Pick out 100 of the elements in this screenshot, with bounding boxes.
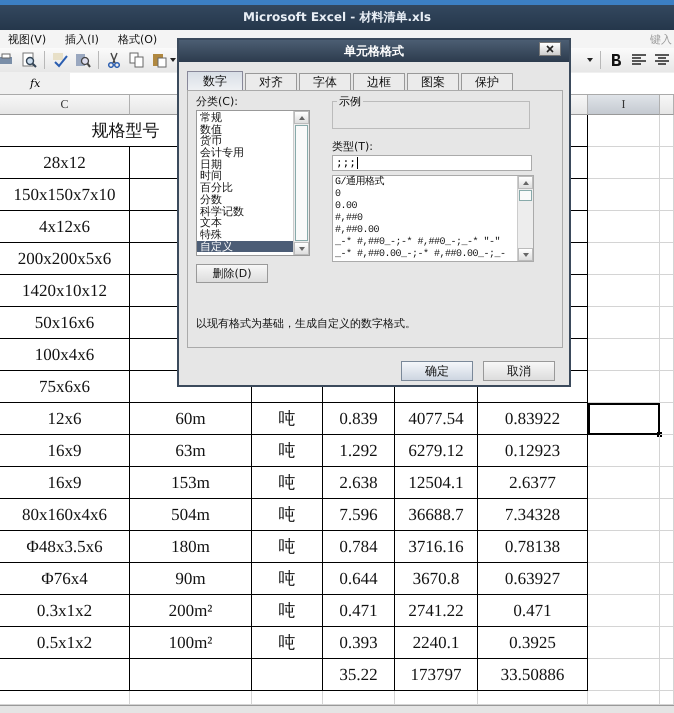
table-cell: 0.63927 (478, 563, 588, 595)
table-cell: 1.292 (323, 435, 395, 467)
category-label: 分类(C): (196, 95, 239, 108)
table-cell: 36688.7 (395, 499, 478, 531)
table-cell: 200m² (130, 595, 252, 627)
close-button[interactable] (539, 42, 561, 56)
table-cell: 153m (130, 467, 252, 499)
table-cell: 4077.54 (395, 403, 478, 435)
table-cell: 0.839 (323, 403, 395, 435)
function-label[interactable]: fx (30, 76, 50, 90)
table-cell: 0.3x1x2 (0, 595, 130, 627)
ok-button[interactable]: 确定 (401, 361, 473, 381)
type-input-field[interactable]: ;;; (332, 155, 532, 171)
copy-icon[interactable] (129, 52, 145, 68)
table-cell: 0.393 (323, 627, 395, 659)
window-title: Microsoft Excel - 材料清单.xls (242, 9, 432, 26)
table-cell: 100x4x6 (0, 339, 130, 371)
table-cell: 200x200x5x6 (0, 243, 130, 275)
table-cell: 0.83922 (478, 403, 588, 435)
list-item[interactable]: 会计专用 (197, 147, 293, 159)
spelling-check-icon[interactable] (52, 52, 68, 68)
list-item[interactable]: 文本 (197, 217, 293, 229)
list-item[interactable]: 0.00 (335, 201, 517, 213)
scroll-up-icon[interactable] (522, 180, 528, 184)
scrollbar[interactable] (293, 111, 309, 255)
table-cell: 50x16x6 (0, 307, 130, 339)
scroll-thumb[interactable] (295, 125, 308, 241)
tab[interactable]: 字体 (299, 73, 351, 90)
list-item[interactable]: _-* #,##0.00_-;-* #,##0.00_-;_- (335, 249, 517, 261)
paste-icon[interactable] (152, 52, 168, 68)
caret-icon[interactable] (170, 58, 176, 62)
table-cell: 2.638 (323, 467, 395, 499)
scrollbar[interactable] (517, 176, 533, 261)
table-cell: 3670.8 (395, 563, 478, 595)
list-item[interactable]: #,##0.00 (335, 225, 517, 237)
table-cell: 33.50886 (478, 659, 588, 691)
table-cell: 28x12 (0, 147, 130, 179)
table-cell: 504m (130, 499, 252, 531)
table-cell: 0.5x1x2 (0, 627, 130, 659)
table-cell: 60m (130, 403, 252, 435)
table-cell: Φ48x3.5x6 (0, 531, 130, 563)
list-item[interactable]: 特殊 (197, 228, 293, 241)
table-cell: 90m (130, 563, 252, 595)
table-cell: 7.34328 (478, 499, 588, 531)
delete-button[interactable]: 删除(D) (196, 264, 268, 283)
active-cell[interactable] (588, 403, 660, 435)
table-cell: 150x150x7x10 (0, 179, 130, 211)
table-cell: 0.3925 (478, 627, 588, 659)
caret-icon[interactable] (587, 58, 593, 62)
list-item[interactable]: 科学记数 (197, 206, 293, 218)
empty-cell[interactable] (130, 659, 252, 691)
menu-item[interactable]: 插入(I) (65, 32, 99, 46)
print-preview-icon[interactable] (21, 52, 37, 68)
list-item[interactable]: 时间 (197, 170, 293, 182)
cut-icon[interactable] (106, 52, 122, 68)
table-cell: 3716.16 (395, 531, 478, 563)
empty-cell[interactable] (252, 659, 323, 691)
empty-cell[interactable] (0, 659, 130, 691)
list-item[interactable]: _-* #,##0_-;-* #,##0_-;_-* "-" (335, 237, 517, 249)
list-item[interactable]: 分数 (197, 194, 293, 206)
menu-item[interactable]: 格式(O) (118, 32, 158, 46)
list-item[interactable]: 自定义 (197, 240, 293, 252)
table-cell: 0.784 (323, 531, 395, 563)
menu-item[interactable]: 视图(V) (8, 32, 46, 46)
sample-label: 示例 (337, 94, 363, 109)
research-icon[interactable] (75, 52, 91, 68)
table-cell: 12x6 (0, 403, 130, 435)
list-item[interactable]: 0 (335, 189, 517, 201)
table-cell: Φ76x4 (0, 563, 130, 595)
category-list[interactable]: 常规 数值 货币 会计专用 日期 时间 百分比 分数 科学记数 文本 特殊 自定义 (196, 110, 310, 256)
column-header[interactable]: C (0, 95, 130, 115)
type-label: 类型(T): (332, 140, 374, 153)
column-header[interactable] (660, 95, 674, 115)
table-cell: 吨 (252, 531, 323, 563)
scroll-down-icon[interactable] (298, 246, 304, 250)
list-item[interactable]: 日期 (197, 158, 293, 170)
tab[interactable]: 图案 (407, 73, 459, 90)
cancel-button[interactable]: 取消 (483, 361, 555, 381)
scroll-down-icon[interactable] (522, 252, 528, 256)
table-cell: 0.471 (478, 595, 588, 627)
scroll-thumb[interactable] (519, 190, 532, 201)
table-cell: 180m (130, 531, 252, 563)
table-cell: 吨 (252, 435, 323, 467)
tab[interactable]: 边框 (353, 73, 405, 90)
list-item[interactable]: 百分比 (197, 182, 293, 194)
close-icon (546, 45, 554, 53)
list-item[interactable]: G/通用格式 (335, 177, 517, 189)
tab[interactable]: 数字 (187, 71, 243, 90)
dialog-title: 单元格格式 (344, 42, 404, 60)
table-cell: 12504.1 (395, 467, 478, 499)
table-cell: 35.22 (323, 659, 395, 691)
column-header[interactable]: I (588, 95, 660, 115)
tab[interactable]: 保护 (461, 73, 513, 90)
tab[interactable]: 对齐 (245, 73, 297, 90)
table-cell: 吨 (252, 627, 323, 659)
type-list[interactable]: G/通用格式 0 0.00 #,##0 #,##0.00 _-* #,##0_-;-* #,##0_-;_-* "-" _-* #,##0.00_-;-* #,##0.00_-;_- (332, 175, 534, 262)
list-item[interactable]: #,##0 (335, 213, 517, 225)
description-text: 以现有格式为基础，生成自定义的数字格式。 (196, 316, 417, 331)
table-cell: 100m² (130, 627, 252, 659)
table-cell: 吨 (252, 467, 323, 499)
